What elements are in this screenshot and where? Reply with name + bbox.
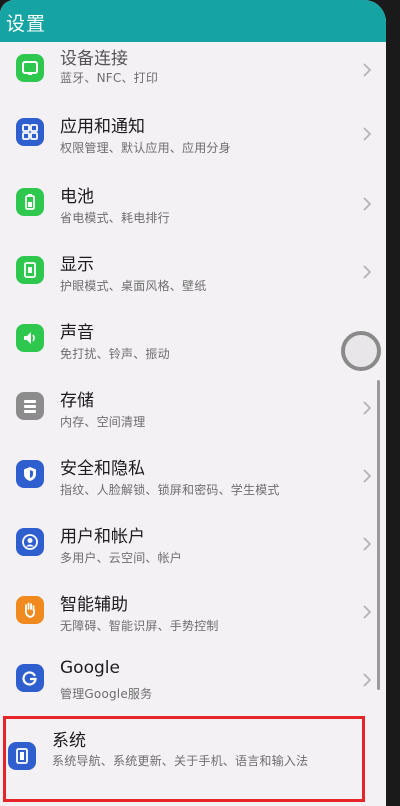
item-title: Google — [60, 658, 120, 678]
chevron-right-icon — [363, 63, 372, 77]
chevron-right-icon — [363, 605, 372, 619]
chevron-right-icon — [363, 127, 372, 141]
chevron-right-icon — [363, 469, 372, 483]
chevron-right-icon — [363, 401, 372, 415]
device-connection-icon — [16, 54, 44, 82]
item-subtitle: 内存、空间清理 — [60, 415, 146, 429]
chevron-right-icon — [363, 537, 372, 551]
item-subtitle: 无障碍、智能识屏、手势控制 — [60, 619, 219, 633]
settings-item-google[interactable]: Google 管理Google服务 — [0, 644, 386, 712]
page-title: 设置 — [6, 13, 47, 35]
chevron-right-icon — [363, 265, 372, 279]
settings-screen: 设置 设备连接 蓝牙、NFC、打印 应用和通知 权限管理、默认应用、应用分身 电… — [0, 0, 386, 806]
item-subtitle: 省电模式、耗电排行 — [60, 211, 170, 225]
item-subtitle: 蓝牙、NFC、打印 — [60, 71, 159, 85]
item-title: 智能辅助 — [60, 595, 128, 615]
item-title: 用户和帐户 — [60, 527, 145, 547]
item-subtitle: 免打扰、铃声、振动 — [60, 347, 170, 361]
accessibility-icon — [16, 596, 44, 624]
scrollbar[interactable] — [377, 380, 380, 690]
item-subtitle: 权限管理、默认应用、应用分身 — [60, 141, 231, 155]
item-title: 电池 — [60, 187, 94, 207]
storage-icon — [16, 392, 44, 420]
item-title: 显示 — [60, 255, 94, 275]
item-subtitle: 管理Google服务 — [60, 687, 153, 701]
settings-item-battery[interactable]: 电池 省电模式、耗电排行 — [0, 168, 386, 236]
settings-item-apps-notifications[interactable]: 应用和通知 权限管理、默认应用、应用分身 — [0, 98, 386, 166]
item-title: 应用和通知 — [60, 117, 145, 137]
touch-indicator — [341, 331, 381, 371]
settings-item-sound[interactable]: 声音 免打扰、铃声、振动 — [0, 304, 386, 372]
security-icon — [16, 460, 44, 488]
item-subtitle: 指纹、人脸解锁、锁屏和密码、学生模式 — [60, 483, 280, 497]
item-title: 存储 — [60, 391, 94, 411]
chevron-right-icon — [363, 673, 372, 687]
settings-item-device-connection[interactable]: 设备连接 蓝牙、NFC、打印 — [0, 36, 386, 92]
highlight-box — [3, 716, 365, 802]
settings-item-storage[interactable]: 存储 内存、空间清理 — [0, 372, 386, 440]
settings-item-users-accounts[interactable]: 用户和帐户 多用户、云空间、帐户 — [0, 508, 386, 576]
item-subtitle: 护眼模式、桌面风格、壁纸 — [60, 279, 207, 293]
item-title: 声音 — [60, 323, 94, 343]
item-subtitle: 多用户、云空间、帐户 — [60, 551, 183, 565]
apps-icon — [16, 118, 44, 146]
user-account-icon — [16, 528, 44, 556]
settings-item-security-privacy[interactable]: 安全和隐私 指纹、人脸解锁、锁屏和密码、学生模式 — [0, 440, 386, 508]
chevron-right-icon — [363, 197, 372, 211]
google-icon — [16, 664, 44, 692]
item-title: 设备连接 — [60, 49, 128, 69]
item-title: 安全和隐私 — [60, 459, 145, 479]
settings-item-display[interactable]: 显示 护眼模式、桌面风格、壁纸 — [0, 236, 386, 304]
display-icon — [16, 256, 44, 284]
sound-icon — [16, 324, 44, 352]
settings-item-smart-assist[interactable]: 智能辅助 无障碍、智能识屏、手势控制 — [0, 576, 386, 644]
battery-icon — [16, 188, 44, 216]
